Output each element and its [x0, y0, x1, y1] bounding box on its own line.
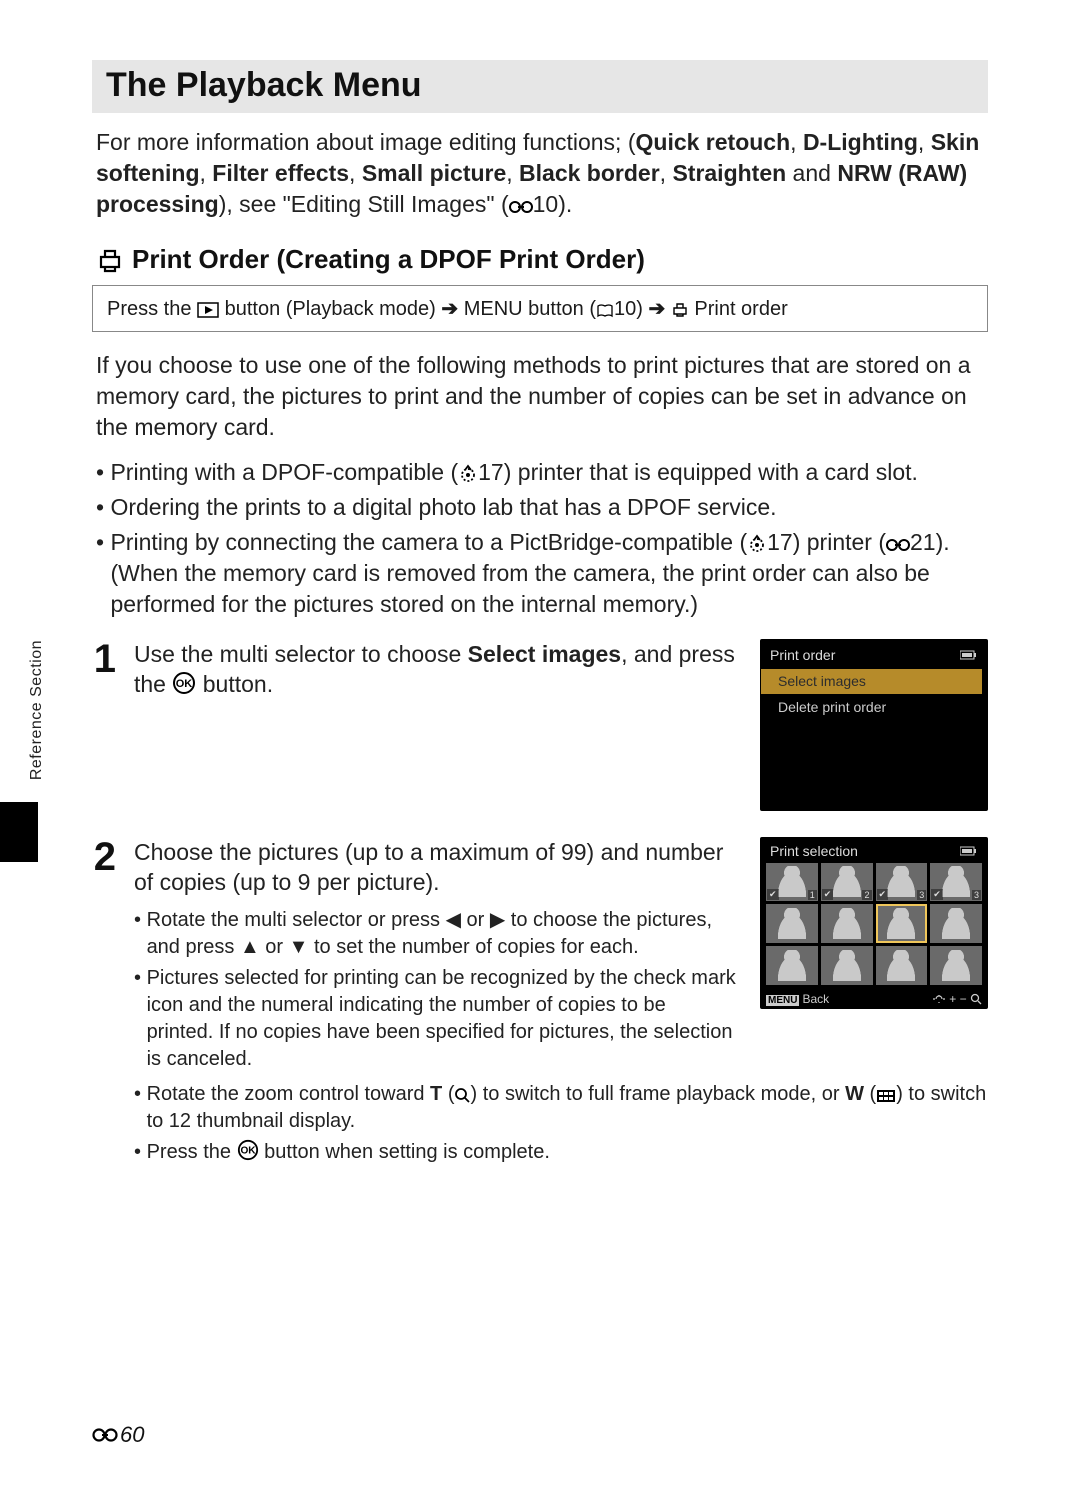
thumbnail [766, 946, 818, 985]
lcd-menu-item: Delete print order [766, 695, 982, 720]
thumbnail [766, 904, 818, 943]
thumbnail [876, 904, 928, 943]
magnify-icon [454, 1087, 470, 1103]
svg-text:OK: OK [240, 1146, 256, 1157]
glossary-icon [458, 463, 478, 483]
lcd-print-selection: Print selection ✔1✔2✔3✔3 MENUBack + − [760, 837, 988, 1009]
intro-paragraph: For more information about image editing… [96, 127, 984, 220]
svg-text:OK: OK [176, 678, 193, 690]
page-number: 60 [92, 1422, 144, 1448]
ok-button-icon: OK [237, 1139, 259, 1161]
lcd-title: Print order [770, 645, 835, 666]
ok-button-icon: OK [172, 671, 196, 695]
battery-icon [960, 645, 978, 666]
ref-icon [886, 537, 910, 553]
thumbnail-grid-icon [876, 1089, 896, 1103]
print-order-icon [96, 247, 124, 273]
ref-icon [509, 199, 533, 215]
step-number: 2 [92, 837, 116, 877]
book-ref-icon [596, 304, 614, 318]
step-1: 1 Use the multi selector to choose Selec… [92, 639, 988, 811]
nav-path-box: Press the button (Playback mode) ➔ MENU … [92, 285, 988, 332]
battery-icon [960, 843, 978, 859]
lcd-menu-item: Select images [766, 669, 982, 694]
thumbnail [821, 904, 873, 943]
thumbnail: ✔1 [766, 863, 818, 902]
method-list: Printing with a DPOF-compatible (17) pri… [96, 457, 984, 620]
print-order-icon [671, 302, 689, 318]
play-button-icon [197, 302, 219, 318]
thumbnail: ✔3 [876, 863, 928, 902]
thumbnail [876, 946, 928, 985]
lcd-title: Print selection [770, 843, 858, 859]
page-title: The Playback Menu [92, 60, 988, 113]
step-2: 2 Choose the pictures (up to a maximum o… [92, 837, 988, 1171]
section-subheading: Print Order (Creating a DPOF Print Order… [96, 244, 984, 275]
glossary-icon [747, 533, 767, 553]
lcd-print-order-menu: Print order Select images Delete print o… [760, 639, 988, 811]
thumbnail: ✔3 [930, 863, 982, 902]
thumbnail: ✔2 [821, 863, 873, 902]
thumbnail [821, 946, 873, 985]
thumbnail [930, 904, 982, 943]
ref-icon [92, 1426, 118, 1444]
step-number: 1 [92, 639, 116, 679]
intro-methods-paragraph: If you choose to use one of the followin… [96, 350, 984, 443]
thumbnail [930, 946, 982, 985]
